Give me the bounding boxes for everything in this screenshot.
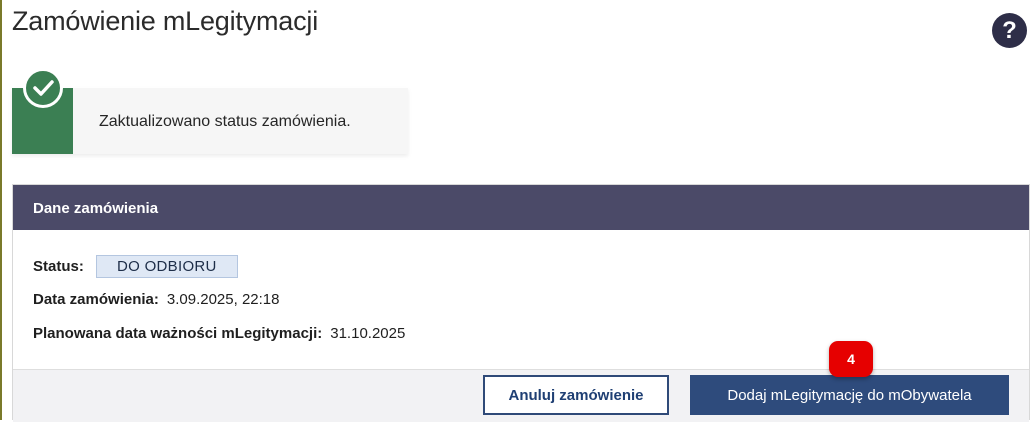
alert-message: Zaktualizowano status zamówienia. bbox=[99, 113, 351, 130]
order-date-value: 3.09.2025, 22:18 bbox=[166, 291, 280, 308]
left-border bbox=[0, 0, 2, 420]
step-marker-badge: 4 bbox=[829, 341, 873, 377]
validity-value: 31.10.2025 bbox=[330, 325, 406, 342]
panel-title: Dane zamówienia bbox=[33, 200, 159, 217]
help-button[interactable]: ? bbox=[992, 13, 1027, 48]
status-row: Status: DO ODBIORU bbox=[33, 255, 238, 278]
status-badge: DO ODBIORU bbox=[96, 255, 238, 278]
question-icon: ? bbox=[1002, 16, 1017, 44]
status-label: Status: bbox=[33, 258, 84, 275]
order-date-label: Data zamówienia: bbox=[33, 291, 159, 308]
success-alert: Zaktualizowano status zamówienia. bbox=[12, 68, 408, 154]
validity-row: Planowana data ważności mLegitymacji: 31.… bbox=[33, 325, 405, 342]
validity-label: Planowana data ważności mLegitymacji: bbox=[33, 325, 323, 342]
add-to-mobywatel-button[interactable]: Dodaj mLegitymację do mObywatela bbox=[690, 375, 1009, 415]
check-circle-icon bbox=[23, 68, 63, 108]
page-title: Zamówienie mLegitymacji bbox=[12, 6, 319, 36]
order-details-panel: Dane zamówienia Status: DO ODBIORU Data … bbox=[12, 184, 1030, 422]
cancel-order-button[interactable]: Anuluj zamówienie bbox=[483, 375, 669, 415]
panel-header: Dane zamówienia bbox=[13, 185, 1029, 230]
order-date-row: Data zamówienia: 3.09.2025, 22:18 bbox=[33, 291, 279, 308]
